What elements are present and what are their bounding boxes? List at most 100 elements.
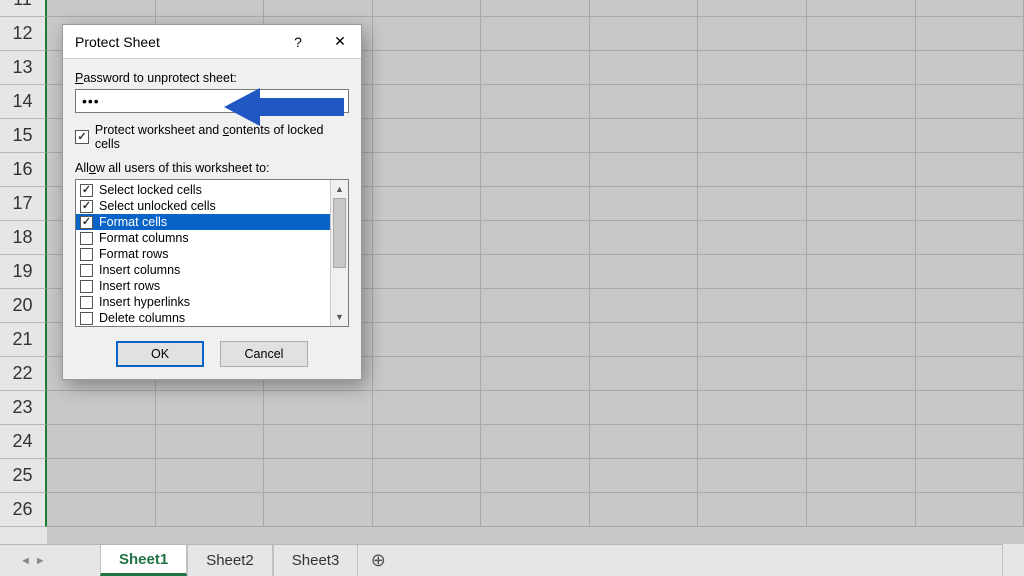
cell[interactable] bbox=[698, 391, 807, 425]
cell[interactable] bbox=[47, 0, 156, 17]
cell[interactable] bbox=[698, 119, 807, 153]
cell[interactable] bbox=[481, 17, 590, 51]
cell[interactable] bbox=[916, 119, 1024, 153]
row-header[interactable]: 13 bbox=[0, 51, 47, 85]
tab-nav-prev-icon[interactable]: ◄ bbox=[20, 555, 31, 567]
permission-checkbox[interactable] bbox=[80, 184, 93, 197]
cell[interactable] bbox=[373, 323, 482, 357]
row-header[interactable]: 11 bbox=[0, 0, 47, 17]
cell[interactable] bbox=[590, 357, 699, 391]
cell[interactable] bbox=[590, 0, 699, 17]
cell[interactable] bbox=[373, 221, 482, 255]
cell[interactable] bbox=[373, 0, 482, 17]
permissions-listbox[interactable]: Select locked cellsSelect unlocked cells… bbox=[75, 179, 349, 327]
cell[interactable] bbox=[807, 493, 916, 527]
permission-checkbox[interactable] bbox=[80, 232, 93, 245]
cell[interactable] bbox=[373, 153, 482, 187]
cell[interactable] bbox=[916, 289, 1024, 323]
cell[interactable] bbox=[698, 493, 807, 527]
permission-item[interactable]: Insert hyperlinks bbox=[76, 294, 330, 310]
cell[interactable] bbox=[264, 391, 373, 425]
cell[interactable] bbox=[373, 391, 482, 425]
cell[interactable] bbox=[373, 425, 482, 459]
row-header[interactable]: 16 bbox=[0, 153, 47, 187]
cell[interactable] bbox=[590, 17, 699, 51]
cell[interactable] bbox=[156, 0, 265, 17]
permission-item[interactable]: Insert rows bbox=[76, 278, 330, 294]
cell[interactable] bbox=[590, 493, 699, 527]
cell[interactable] bbox=[264, 493, 373, 527]
row-header[interactable]: 19 bbox=[0, 255, 47, 289]
row-header[interactable]: 17 bbox=[0, 187, 47, 221]
cell[interactable] bbox=[807, 153, 916, 187]
row-header[interactable]: 21 bbox=[0, 323, 47, 357]
cell[interactable] bbox=[373, 85, 482, 119]
password-input[interactable] bbox=[75, 89, 349, 113]
cell[interactable] bbox=[916, 85, 1024, 119]
cell[interactable] bbox=[916, 187, 1024, 221]
cell[interactable] bbox=[481, 0, 590, 17]
scroll-thumb[interactable] bbox=[333, 198, 346, 268]
permission-checkbox[interactable] bbox=[80, 264, 93, 277]
cell[interactable] bbox=[373, 51, 482, 85]
cell[interactable] bbox=[373, 119, 482, 153]
row-header[interactable]: 18 bbox=[0, 221, 47, 255]
close-button[interactable]: ✕ bbox=[319, 25, 361, 59]
cancel-button[interactable]: Cancel bbox=[220, 341, 308, 367]
permission-item[interactable]: Format cells bbox=[76, 214, 330, 230]
cell[interactable] bbox=[807, 187, 916, 221]
cell[interactable] bbox=[47, 425, 156, 459]
cell[interactable] bbox=[481, 289, 590, 323]
cell[interactable] bbox=[807, 255, 916, 289]
cell[interactable] bbox=[698, 153, 807, 187]
cell[interactable] bbox=[916, 51, 1024, 85]
cell[interactable] bbox=[590, 153, 699, 187]
permission-checkbox[interactable] bbox=[80, 280, 93, 293]
add-sheet-button[interactable]: ⊕ bbox=[358, 545, 398, 576]
cell[interactable] bbox=[916, 0, 1024, 17]
permission-checkbox[interactable] bbox=[80, 248, 93, 261]
cell[interactable] bbox=[807, 289, 916, 323]
cell[interactable] bbox=[590, 187, 699, 221]
cell[interactable] bbox=[698, 289, 807, 323]
cell[interactable] bbox=[916, 255, 1024, 289]
permission-checkbox[interactable] bbox=[80, 312, 93, 325]
cell[interactable] bbox=[916, 459, 1024, 493]
permission-checkbox[interactable] bbox=[80, 296, 93, 309]
cell[interactable] bbox=[481, 187, 590, 221]
cell[interactable] bbox=[807, 391, 916, 425]
permission-item[interactable]: Delete columns bbox=[76, 310, 330, 326]
cell[interactable] bbox=[916, 425, 1024, 459]
cell[interactable] bbox=[590, 85, 699, 119]
cell[interactable] bbox=[807, 17, 916, 51]
cell[interactable] bbox=[698, 51, 807, 85]
cell[interactable] bbox=[156, 391, 265, 425]
cell[interactable] bbox=[264, 459, 373, 493]
cell[interactable] bbox=[373, 289, 482, 323]
cell[interactable] bbox=[698, 187, 807, 221]
sheet-tab[interactable]: Sheet1 bbox=[100, 545, 187, 576]
row-header[interactable]: 15 bbox=[0, 119, 47, 153]
cell[interactable] bbox=[590, 289, 699, 323]
cell[interactable] bbox=[481, 459, 590, 493]
permission-item[interactable]: Format rows bbox=[76, 246, 330, 262]
cell[interactable] bbox=[916, 153, 1024, 187]
cell[interactable] bbox=[698, 0, 807, 17]
cell[interactable] bbox=[590, 255, 699, 289]
scroll-down-icon[interactable]: ▼ bbox=[331, 308, 348, 326]
sheet-tab[interactable]: Sheet2 bbox=[187, 545, 273, 576]
cell[interactable] bbox=[698, 221, 807, 255]
row-header[interactable]: 14 bbox=[0, 85, 47, 119]
permission-item[interactable]: Select locked cells bbox=[76, 182, 330, 198]
cell[interactable] bbox=[481, 51, 590, 85]
cell[interactable] bbox=[807, 51, 916, 85]
ok-button[interactable]: OK bbox=[116, 341, 204, 367]
cell[interactable] bbox=[47, 391, 156, 425]
cell[interactable] bbox=[698, 357, 807, 391]
row-header[interactable]: 26 bbox=[0, 493, 47, 527]
cell[interactable] bbox=[590, 323, 699, 357]
cell[interactable] bbox=[807, 0, 916, 17]
cell[interactable] bbox=[590, 391, 699, 425]
dialog-titlebar[interactable]: Protect Sheet ? ✕ bbox=[63, 25, 361, 59]
permission-item[interactable]: Insert columns bbox=[76, 262, 330, 278]
